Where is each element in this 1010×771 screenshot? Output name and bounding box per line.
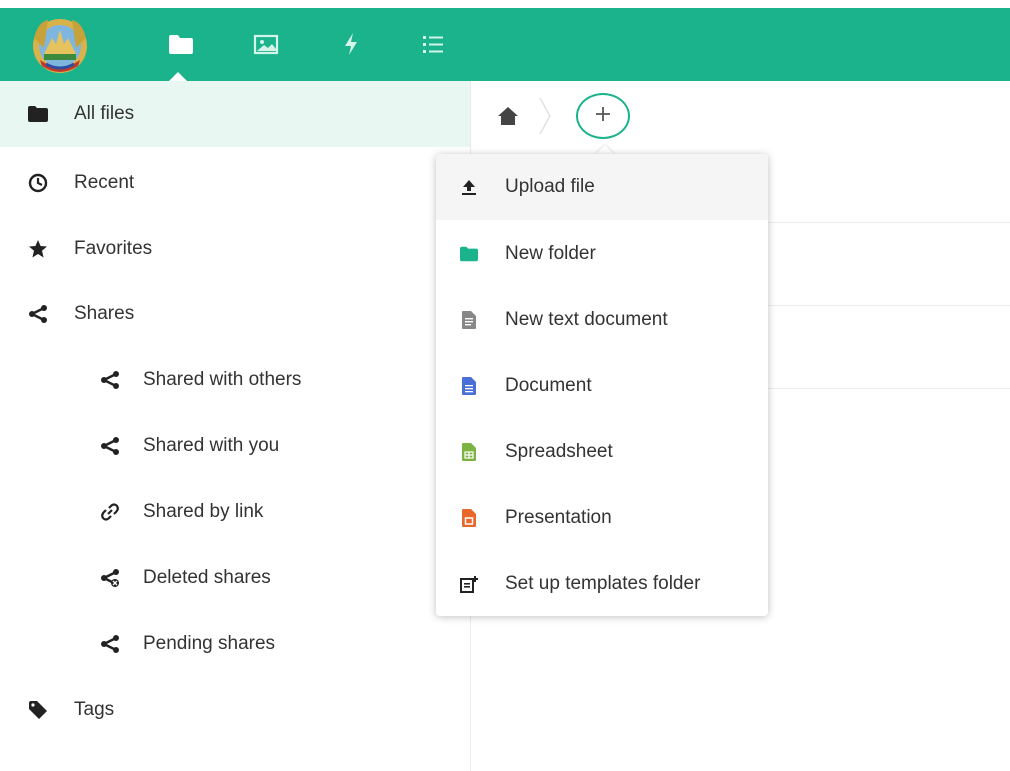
- tasks-app-icon[interactable]: [419, 30, 449, 58]
- template-folder-icon: [460, 574, 478, 594]
- share-icon: [100, 634, 120, 654]
- folder-icon: [460, 244, 478, 264]
- menu-item-spreadsheet[interactable]: Spreadsheet: [436, 419, 768, 485]
- menu-item-document[interactable]: Document: [436, 353, 768, 419]
- file-list-divider: [768, 388, 1010, 389]
- sidebar-item-shared-with-you[interactable]: Shared with you: [0, 413, 470, 479]
- spreadsheet-icon: [460, 442, 478, 462]
- sidebar-item-label: Favorites: [74, 238, 153, 259]
- sidebar-item-label: Deleted shares: [143, 567, 271, 588]
- share-icon: [28, 304, 48, 324]
- navigation-sidebar: All files Recent Favorites Shares Shared…: [0, 81, 471, 771]
- document-icon: [460, 376, 478, 396]
- file-list-divider: [768, 305, 1010, 306]
- menu-item-new-folder[interactable]: New folder: [436, 221, 768, 287]
- menu-item-new-text-document[interactable]: New text document: [436, 287, 768, 353]
- sidebar-item-shares[interactable]: Shares: [0, 281, 470, 347]
- share-deleted-icon: [100, 568, 120, 588]
- star-icon: [28, 239, 48, 259]
- menu-item-label: New folder: [505, 243, 596, 264]
- sidebar-item-label: All files: [74, 103, 135, 124]
- sidebar-item-deleted-shares[interactable]: Deleted shares: [0, 545, 470, 611]
- menu-item-label: Upload file: [505, 176, 595, 197]
- file-list-divider: [768, 222, 1010, 223]
- menu-item-label: Presentation: [505, 507, 612, 528]
- tag-icon: [28, 700, 48, 720]
- menu-item-presentation[interactable]: Presentation: [436, 485, 768, 551]
- menu-item-set-up-templates-folder[interactable]: Set up templates folder: [436, 551, 768, 617]
- sidebar-item-label: Shares: [74, 303, 135, 324]
- sidebar-item-label: Tags: [74, 699, 115, 720]
- menu-item-label: Spreadsheet: [505, 441, 613, 462]
- files-app-icon[interactable]: [166, 30, 196, 58]
- upload-icon: [460, 177, 478, 197]
- folder-icon: [28, 104, 48, 124]
- sidebar-item-recent[interactable]: Recent: [0, 150, 470, 216]
- laos-emblem-logo[interactable]: [30, 8, 90, 78]
- text-document-icon: [460, 310, 478, 330]
- sidebar-item-tags[interactable]: Tags: [0, 677, 470, 743]
- sidebar-item-shared-by-link[interactable]: Shared by link: [0, 479, 470, 545]
- sidebar-item-pending-shares[interactable]: Pending shares: [0, 611, 470, 677]
- sidebar-item-label: Shared by link: [143, 501, 264, 522]
- breadcrumb-separator: [538, 97, 552, 135]
- share-icon: [100, 436, 120, 456]
- menu-item-label: Set up templates folder: [505, 573, 701, 594]
- new-file-menu: Upload file New folder New text document…: [436, 154, 768, 616]
- presentation-icon: [460, 508, 478, 528]
- header-bar: [0, 8, 1010, 82]
- menu-item-label: Document: [505, 375, 592, 396]
- new-file-button[interactable]: [576, 93, 630, 139]
- share-icon: [100, 370, 120, 390]
- home-icon[interactable]: [497, 106, 519, 126]
- sidebar-item-shared-with-others[interactable]: Shared with others: [0, 347, 470, 413]
- sidebar-item-label: Pending shares: [143, 633, 276, 654]
- menu-item-upload-file[interactable]: Upload file: [436, 154, 768, 220]
- link-icon: [100, 502, 120, 522]
- sidebar-item-label: Shared with others: [143, 369, 302, 390]
- activity-app-icon[interactable]: [336, 30, 366, 58]
- sidebar-item-label: Shared with you: [143, 435, 280, 456]
- sidebar-item-all-files[interactable]: All files: [0, 81, 470, 147]
- plus-icon: [594, 105, 612, 128]
- sidebar-item-label: Recent: [74, 172, 135, 193]
- sidebar-item-favorites[interactable]: Favorites: [0, 216, 470, 282]
- photos-app-icon[interactable]: [251, 30, 281, 58]
- clock-icon: [28, 173, 48, 193]
- menu-item-label: New text document: [505, 309, 668, 330]
